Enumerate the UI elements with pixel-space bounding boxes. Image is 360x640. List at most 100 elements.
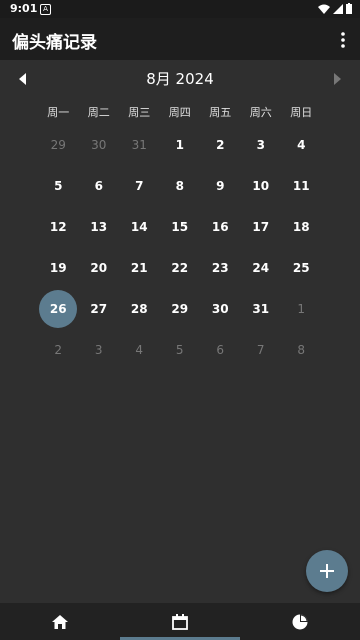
calendar-day[interactable]: 18 [281,206,322,247]
calendar-day-label: 5 [175,342,184,357]
status-time: 9:01 [10,2,38,15]
bottom-navigation [0,603,360,640]
calendar-day[interactable]: 3 [241,124,282,165]
calendar-day[interactable]: 22 [160,247,201,288]
calendar-day-label: 1 [175,137,184,152]
calendar-day-label: 27 [90,301,108,316]
calendar-day[interactable]: 24 [241,247,282,288]
calendar-day[interactable]: 19 [38,247,79,288]
calendar-day-label: 30 [211,301,229,316]
calendar-day-label: 20 [90,260,108,275]
calendar-day-label: 18 [292,219,310,234]
calendar-day[interactable]: 4 [281,124,322,165]
calendar-day-label: 6 [216,342,225,357]
calendar-day[interactable]: 16 [200,206,241,247]
calendar-day-selected[interactable]: 26 [38,288,79,329]
nav-home[interactable] [0,603,120,640]
month-navigation: 8月 2024 [0,62,360,96]
weekday-header: 周一 周二 周三 周四 周五 周六 周日 [38,104,322,124]
calendar-day[interactable]: 12 [38,206,79,247]
calendar-day[interactable]: 2 [38,329,79,370]
calendar-icon [172,613,188,630]
calendar-day[interactable]: 2 [200,124,241,165]
weekday-label: 周日 [290,106,313,119]
calendar-day[interactable]: 8 [160,165,201,206]
calendar-day-label: 30 [91,137,107,152]
calendar-day[interactable]: 25 [281,247,322,288]
calendar-day-label: 23 [211,260,229,275]
calendar-day-label: 11 [292,178,310,193]
calendar-day-label: 6 [94,178,103,193]
calendar-day[interactable]: 30 [79,124,120,165]
calendar-day[interactable]: 21 [119,247,160,288]
calendar-day[interactable]: 6 [79,165,120,206]
calendar-day-label: 5 [54,178,63,193]
calendar-day[interactable]: 31 [119,124,160,165]
calendar-day-label: 14 [130,219,148,234]
calendar-day[interactable]: 5 [38,165,79,206]
more-options-icon[interactable] [338,30,348,50]
calendar-day-label: 2 [216,137,225,152]
calendar-day[interactable]: 23 [200,247,241,288]
add-entry-button[interactable] [306,550,348,592]
calendar-day[interactable]: 7 [119,165,160,206]
app-bar: 偏头痛记录 [0,18,360,60]
status-icons [318,3,352,14]
calendar-day[interactable]: 29 [160,288,201,329]
nav-calendar[interactable] [120,603,240,640]
calendar-day-label: 21 [130,260,148,275]
calendar-day-label: 15 [171,219,189,234]
next-month-icon[interactable] [330,72,344,86]
status-bar: 9:01 A [0,0,360,18]
calendar-day[interactable]: 17 [241,206,282,247]
calendar-day[interactable]: 8 [281,329,322,370]
calendar-day-label: 29 [50,137,66,152]
nav-statistics[interactable] [240,603,360,640]
calendar-day-label: 8 [175,178,184,193]
calendar-grid: 29 30 31 1 2 3 4 5 6 7 8 9 10 11 12 13 14 15 16 17 18 19 20 21 2… [38,124,322,370]
calendar-day[interactable]: 11 [281,165,322,206]
calendar-day[interactable]: 10 [241,165,282,206]
calendar-day-label: 22 [171,260,189,275]
weekday-label: 周五 [209,106,232,119]
calendar-day[interactable]: 28 [119,288,160,329]
weekday-label: 周三 [128,106,151,119]
signal-icon [333,3,343,14]
calendar-day[interactable]: 29 [38,124,79,165]
weekday-label: 周四 [168,106,191,119]
calendar-day-label: 8 [297,342,306,357]
calendar-day-label: 17 [252,219,270,234]
calendar-day-label: 13 [90,219,108,234]
calendar-day[interactable]: 27 [79,288,120,329]
calendar-day-label: 26 [39,289,78,328]
calendar-day-label: 7 [256,342,265,357]
calendar-day[interactable]: 20 [79,247,120,288]
calendar-day[interactable]: 14 [119,206,160,247]
calendar-day-label: 24 [252,260,270,275]
calendar-day[interactable]: 30 [200,288,241,329]
calendar-day-label: 2 [54,342,63,357]
calendar-day-label: 1 [297,301,306,316]
calendar-day-label: 3 [256,137,265,152]
calendar-day[interactable]: 9 [200,165,241,206]
calendar-day[interactable]: 6 [200,329,241,370]
battery-icon [346,3,352,14]
wifi-icon [318,4,330,14]
month-label: 8月 2024 [146,70,214,88]
home-icon [52,614,68,629]
notification-a-icon: A [40,4,51,15]
calendar-day-label: 31 [131,137,147,152]
calendar-day[interactable]: 5 [160,329,201,370]
calendar-day[interactable]: 4 [119,329,160,370]
calendar-day[interactable]: 15 [160,206,201,247]
calendar-day[interactable]: 1 [281,288,322,329]
calendar-day[interactable]: 31 [241,288,282,329]
calendar-day[interactable]: 3 [79,329,120,370]
calendar-day[interactable]: 13 [79,206,120,247]
calendar-day-label: 29 [171,301,189,316]
calendar-day[interactable]: 7 [241,329,282,370]
calendar-day[interactable]: 1 [160,124,201,165]
calendar-day-label: 16 [211,219,229,234]
calendar-day-label: 12 [49,219,67,234]
calendar-day-label: 7 [135,178,144,193]
